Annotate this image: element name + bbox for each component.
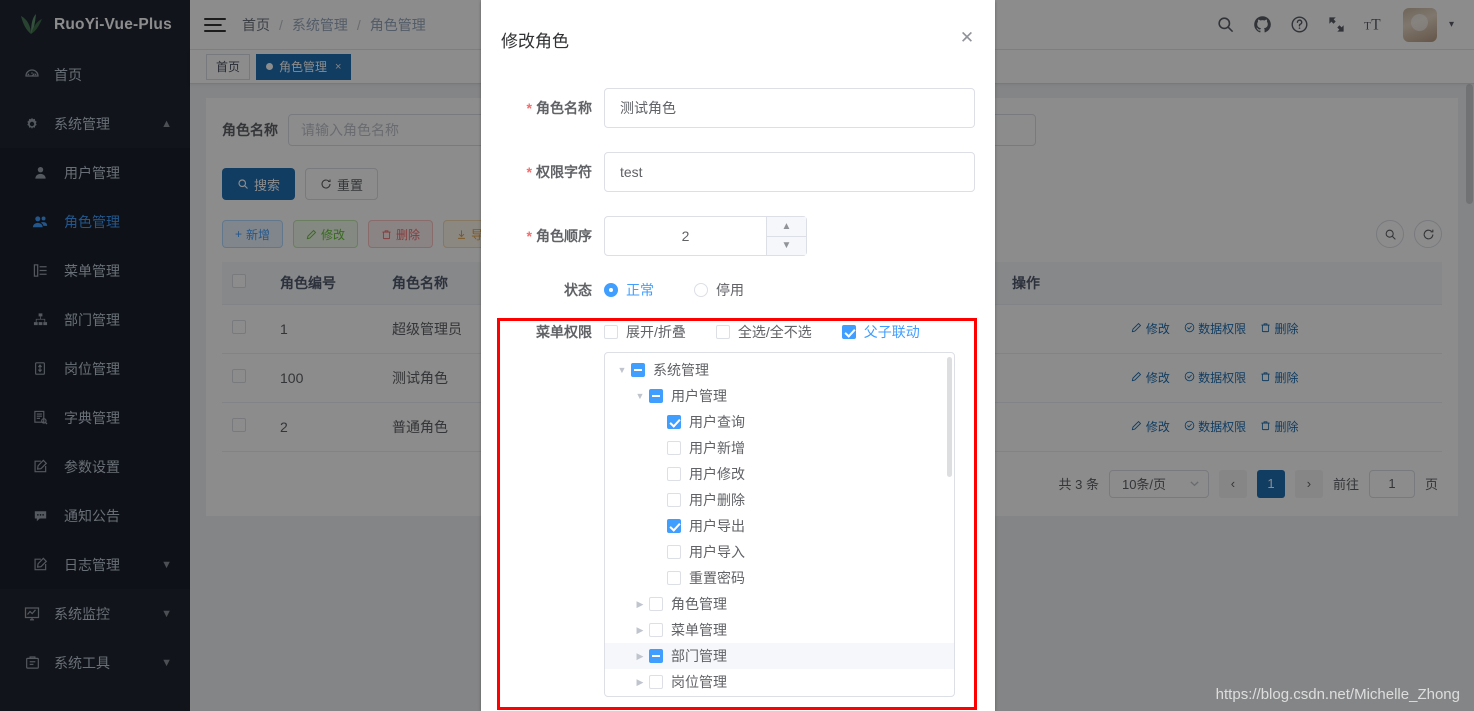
checkbox-label: 父子联动 <box>863 324 920 340</box>
caret-right-icon[interactable]: ▶ <box>631 651 649 662</box>
tree-node[interactable]: ▶重置密码 <box>605 565 954 591</box>
tree-node[interactable]: ▶用户新增 <box>605 435 954 461</box>
checkbox-icon[interactable] <box>649 649 663 663</box>
tree-node-label: 部门管理 <box>671 648 727 664</box>
stepper-up-icon[interactable]: ▲ <box>767 217 806 237</box>
tree-node-label: 用户新增 <box>689 440 745 456</box>
tree-scrollbar[interactable] <box>947 357 952 477</box>
tree-node-label: 系统管理 <box>653 362 709 378</box>
tree-node[interactable]: ▶ 菜单管理 <box>605 617 954 643</box>
checkbox-icon[interactable] <box>631 363 645 377</box>
caret-right-icon[interactable]: ▶ <box>631 625 649 636</box>
tree-node-label: 用户导入 <box>689 544 745 560</box>
checkbox-icon[interactable] <box>649 675 663 689</box>
watermark-text: https://blog.csdn.net/Michelle_Zhong <box>1215 686 1460 703</box>
role-name-input[interactable]: 测试角色 <box>604 88 975 128</box>
checkbox-label: 全选/全不选 <box>737 324 812 340</box>
checkbox-icon <box>715 325 730 339</box>
tree-node-label: 用户管理 <box>671 388 727 404</box>
role-name-label: * 角色名称 <box>481 98 604 118</box>
tree-node[interactable]: ▶ 部门管理 <box>605 643 954 669</box>
stepper-buttons: ▲ ▼ <box>766 217 806 255</box>
tree-node[interactable]: ▶用户查询 <box>605 409 954 435</box>
tree-node[interactable]: ▼ 系统管理 <box>605 357 954 383</box>
tree-node-label: 菜单管理 <box>671 622 727 638</box>
field-perm-key: * 权限字符 test <box>481 152 975 192</box>
checkbox-icon[interactable] <box>667 519 681 533</box>
dialog-body: * 角色名称 测试角色 * 权限字符 test * 角色顺序 2 ▲ ▼ 状态 … <box>481 78 995 697</box>
label-text: 角色顺序 <box>536 228 592 244</box>
tree-node-label: 用户修改 <box>689 466 745 482</box>
caret-right-icon[interactable]: ▶ <box>631 599 649 610</box>
role-sort-value[interactable]: 2 <box>605 228 766 244</box>
tree-node-label: 重置密码 <box>689 570 745 586</box>
checkbox-icon[interactable] <box>667 441 681 455</box>
app-root: RuoYi-Vue-Plus 首页 系统管理 ▲ 用户管理 角色管理 菜单管理 部门管理 岗位… <box>0 0 1474 711</box>
menu-permission-tree[interactable]: ▼系统管理▼用户管理▶用户查询▶用户新增▶用户修改▶用户删除▶用户导出▶用户导入… <box>604 352 955 697</box>
radio-icon <box>694 283 708 297</box>
status-radio-disabled[interactable]: 停用 <box>694 280 744 300</box>
tree-node-label: 用户查询 <box>689 414 745 430</box>
checkbox-icon[interactable] <box>649 389 663 403</box>
caret-down-icon[interactable]: ▼ <box>613 365 631 375</box>
checkbox-select-all[interactable]: 全选/全不选 <box>715 322 812 342</box>
status-radio-label: 停用 <box>716 282 744 298</box>
radio-icon <box>604 283 618 297</box>
checkbox-icon[interactable] <box>667 571 681 585</box>
checkbox-icon[interactable] <box>649 623 663 637</box>
caret-right-icon[interactable]: ▶ <box>631 677 649 688</box>
tree-node-label: 用户删除 <box>689 492 745 508</box>
checkbox-icon[interactable] <box>667 493 681 507</box>
stepper-down-icon[interactable]: ▼ <box>767 236 806 255</box>
field-role-sort: * 角色顺序 2 ▲ ▼ <box>481 216 975 256</box>
perm-key-input[interactable]: test <box>604 152 975 192</box>
tree-node[interactable]: ▶用户导出 <box>605 513 954 539</box>
checkbox-icon[interactable] <box>667 415 681 429</box>
field-status: 状态 正常 停用 <box>481 280 975 300</box>
checkbox-label: 展开/折叠 <box>626 324 686 340</box>
caret-down-icon[interactable]: ▼ <box>631 391 649 401</box>
menu-permission-row: 菜单权限 展开/折叠 全选/全不选 父子联动 <box>481 322 975 342</box>
tree-node[interactable]: ▶用户修改 <box>605 461 954 487</box>
tree-node-label: 岗位管理 <box>671 674 727 690</box>
status-radio-normal[interactable]: 正常 <box>604 280 654 300</box>
required-asterisk: * <box>526 164 532 180</box>
checkbox-icon[interactable] <box>649 597 663 611</box>
label-text: 角色名称 <box>536 100 592 116</box>
tree-node[interactable]: ▶用户删除 <box>605 487 954 513</box>
role-sort-label: * 角色顺序 <box>481 226 604 246</box>
edit-role-dialog: 修改角色 ✕ * 角色名称 测试角色 * 权限字符 test * 角色顺序 2 … <box>481 0 995 711</box>
tree-node-label: 角色管理 <box>671 596 727 612</box>
checkbox-icon[interactable] <box>667 545 681 559</box>
checkbox-icon <box>841 325 856 339</box>
status-radio-label: 正常 <box>626 282 654 298</box>
checkbox-icon[interactable] <box>667 467 681 481</box>
tree-node[interactable]: ▶ 角色管理 <box>605 591 954 617</box>
tree-node[interactable]: ▼ 用户管理 <box>605 383 954 409</box>
menu-permission-label: 菜单权限 <box>536 324 592 340</box>
checkbox-parent-child-link[interactable]: 父子联动 <box>841 322 920 342</box>
required-asterisk: * <box>526 100 532 116</box>
label-text: 状态 <box>564 282 592 298</box>
dialog-title: 修改角色 <box>501 32 569 51</box>
checkbox-icon <box>604 325 618 339</box>
tree-node-label: 用户导出 <box>689 518 745 534</box>
required-asterisk: * <box>526 228 532 244</box>
perm-key-label: * 权限字符 <box>481 162 604 182</box>
role-sort-stepper[interactable]: 2 ▲ ▼ <box>604 216 807 256</box>
field-role-name: * 角色名称 测试角色 <box>481 88 975 128</box>
tree-node[interactable]: ▶用户导入 <box>605 539 954 565</box>
close-icon[interactable]: ✕ <box>958 29 976 47</box>
dialog-header: 修改角色 ✕ <box>481 0 995 78</box>
tree-node[interactable]: ▶ 岗位管理 <box>605 669 954 695</box>
checkbox-expand-collapse[interactable]: 展开/折叠 <box>604 322 686 342</box>
status-label: 状态 <box>481 280 604 300</box>
label-text: 权限字符 <box>536 164 592 180</box>
